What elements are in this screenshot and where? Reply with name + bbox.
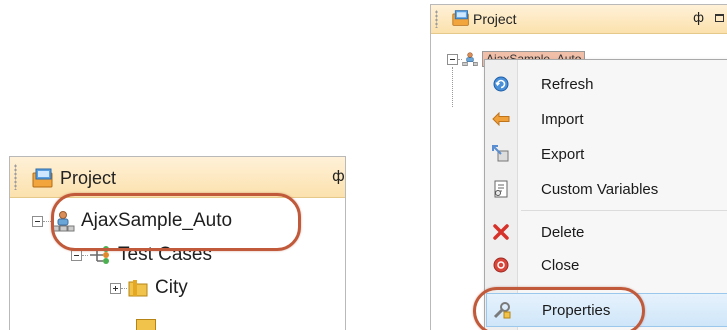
import-arrow-icon [486,112,516,126]
project-panel-icon [451,9,471,27]
close-circle-icon [486,257,516,273]
tree-node-city[interactable]: City [110,277,188,299]
folder-icon [136,319,156,330]
menu-item-label: Export [541,145,585,163]
refresh-icon [486,76,516,92]
pin-icon[interactable]: ф [332,167,345,185]
project-panel-left: Project ф AjaxSample_Auto Test Cases Cit… [9,156,346,330]
pin-icon[interactable]: ф [693,11,704,26]
highlight-oval [473,287,645,330]
export-icon [486,145,516,163]
collapse-toggle-icon[interactable] [32,215,43,227]
panel-title: Project [473,11,517,27]
menu-item-refresh[interactable]: Refresh [486,69,727,99]
drag-grip-icon[interactable] [14,164,17,190]
tree-connector [452,67,454,107]
menu-separator [521,210,727,211]
menu-item-export[interactable]: Export [486,139,727,169]
menu-item-label: Custom Variables [541,180,659,198]
context-menu: Refresh Import Export Custom Variables D… [473,59,727,330]
menu-item-label: Close [541,256,580,274]
panel-titlebar[interactable]: Project ф [10,157,345,198]
panel-titlebar[interactable]: Project ф [431,5,727,34]
panel-title: Project [60,168,117,188]
project-panel-right: Project ф AjaxSample_Auto [430,4,727,330]
highlight-oval [51,193,301,251]
tree-connector [43,220,51,222]
project-node-icon [462,51,478,67]
menu-item-label: Delete [541,223,585,241]
project-panel-icon [31,167,55,189]
menu-item-import[interactable]: Import [486,104,727,134]
collapse-toggle-icon[interactable] [447,53,458,65]
collapse-toggle-icon[interactable] [71,249,82,261]
menu-item-close[interactable]: Close [486,250,727,280]
menu-item-label: Import [541,110,584,128]
maximize-icon[interactable] [715,14,724,22]
tree-node-label: City [155,277,188,298]
menu-item-label: Refresh [541,75,594,93]
folder-icon [127,278,149,298]
expand-toggle-icon[interactable] [110,282,121,294]
custom-variables-icon [486,180,516,198]
menu-item-delete[interactable]: Delete [486,217,727,247]
delete-x-icon [486,224,516,240]
drag-grip-icon[interactable] [435,10,438,28]
menu-item-custom-variables[interactable]: Custom Variables [486,174,727,204]
